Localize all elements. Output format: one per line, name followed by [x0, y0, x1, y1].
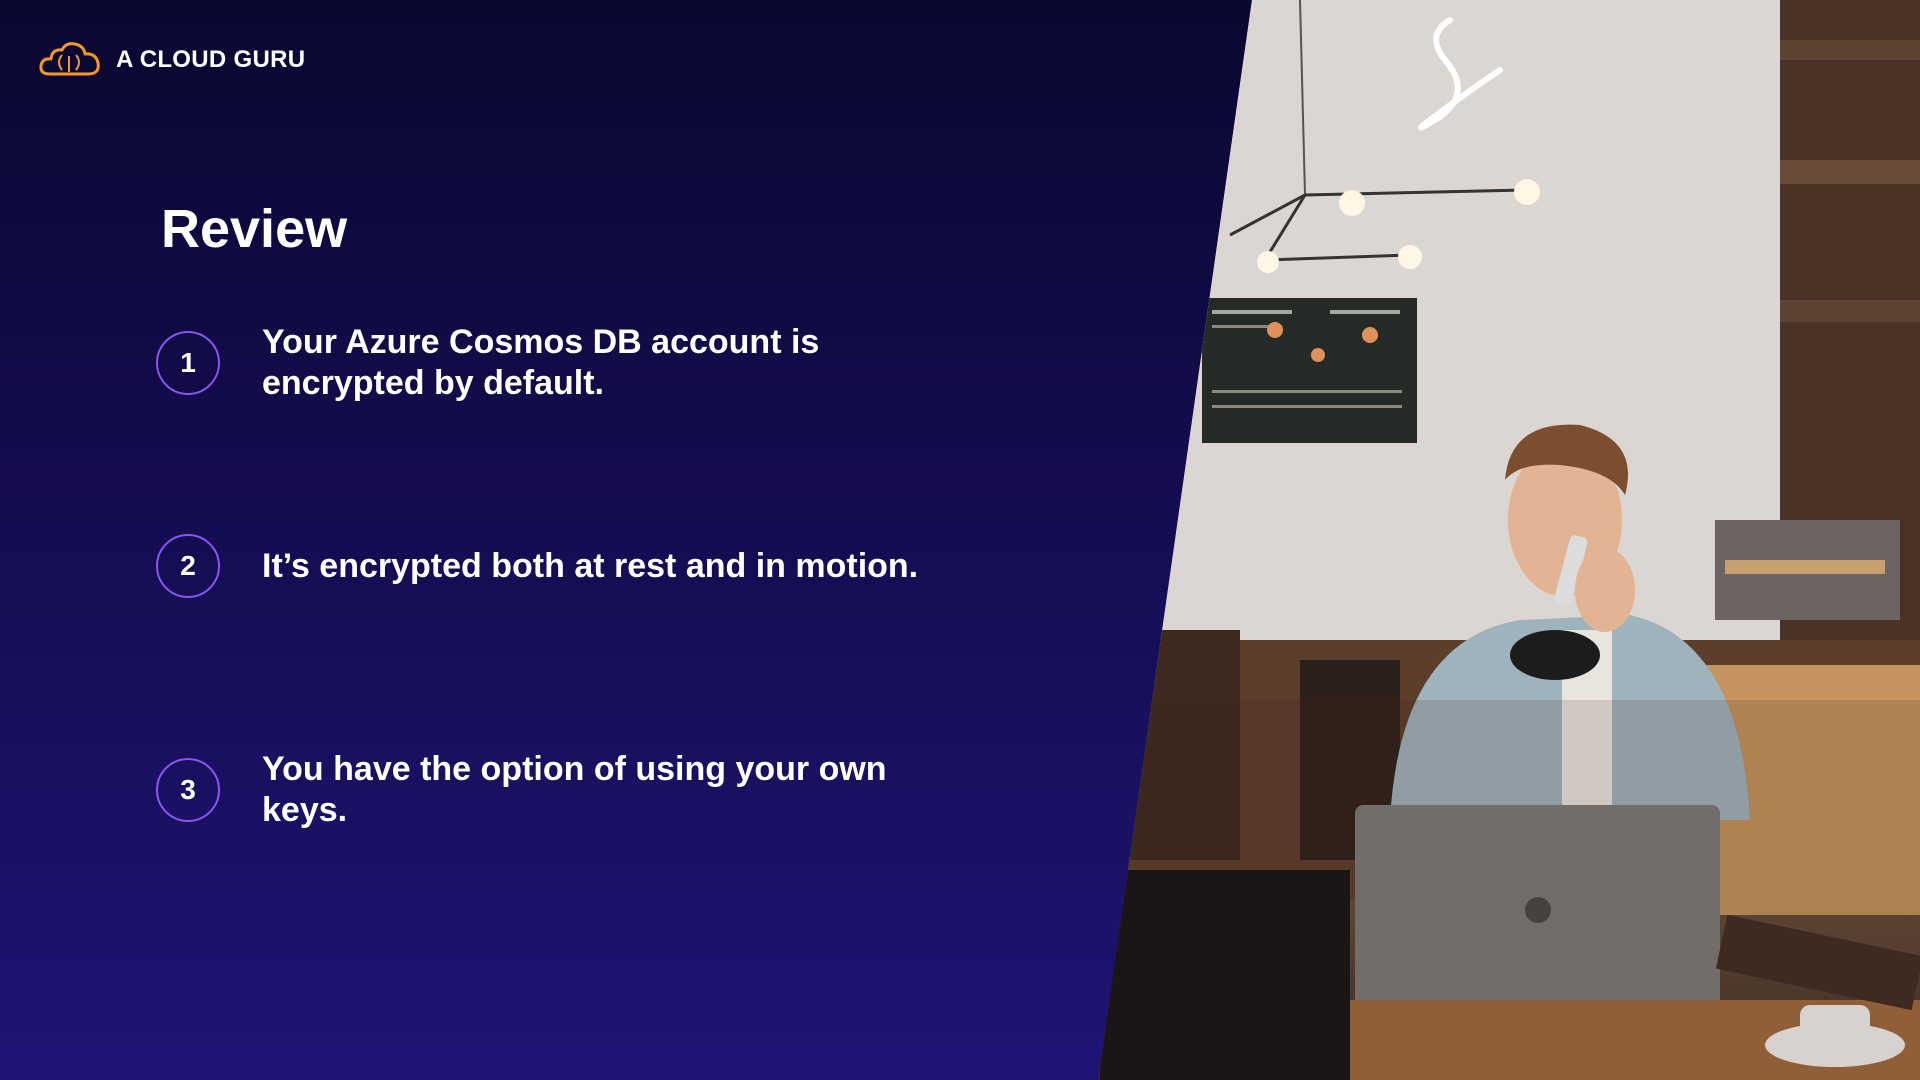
cloud-logo-icon — [39, 42, 100, 76]
point-number-badge: 3 — [156, 758, 220, 822]
point-number-badge: 2 — [156, 534, 220, 598]
review-point-2: 2 It’s encrypted both at rest and in mot… — [156, 534, 936, 598]
point-number-badge: 1 — [156, 331, 220, 395]
review-point-1: 1 Your Azure Cosmos DB account is encryp… — [156, 322, 936, 404]
slide-title: Review — [161, 199, 348, 259]
slide: A CLOUD GURU Review 1 Your Azure Cosmos … — [0, 0, 1920, 1080]
point-text: You have the option of using your own ke… — [262, 750, 887, 829]
point-text: Your Azure Cosmos DB account is encrypte… — [262, 323, 820, 402]
review-point-3: 3 You have the option of using your own … — [156, 749, 936, 831]
brand-logo[interactable]: A CLOUD GURU — [38, 38, 305, 82]
point-text: It’s encrypted both at rest and in motio… — [262, 546, 919, 585]
brand-name: A CLOUD GURU — [116, 46, 306, 73]
